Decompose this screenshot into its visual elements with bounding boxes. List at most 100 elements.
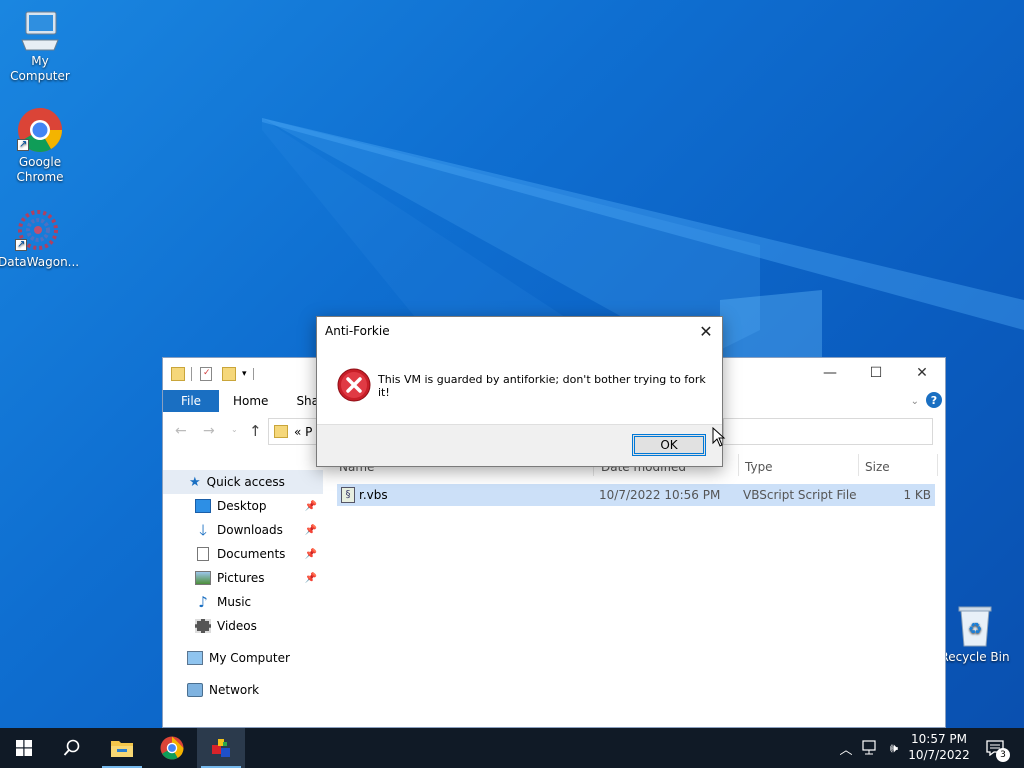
- nav-label: Downloads: [217, 523, 283, 537]
- script-host-icon: [212, 739, 230, 757]
- desktop-icon-datawagon[interactable]: DataWagon...: [0, 207, 80, 270]
- file-name: r.vbs: [359, 488, 388, 502]
- column-header-type[interactable]: Type: [745, 460, 773, 474]
- minimize-button[interactable]: —: [807, 358, 853, 388]
- music-note-icon: ♪: [198, 593, 208, 611]
- nav-item-documents[interactable]: Documents 📌: [163, 542, 323, 566]
- pictures-icon: [195, 571, 211, 585]
- documents-icon: [197, 547, 209, 561]
- nav-label: Documents: [217, 547, 286, 561]
- nav-label: Videos: [217, 619, 257, 633]
- help-icon[interactable]: ?: [926, 392, 942, 408]
- close-button[interactable]: ✕: [899, 358, 945, 388]
- search-button[interactable]: [48, 728, 96, 768]
- desktop-icon-label: My Computer: [10, 54, 70, 83]
- folder-icon: [171, 367, 185, 381]
- desktop-icon-recycle-bin[interactable]: ♻ Recycle Bin: [935, 604, 1015, 665]
- taskbar: ︿ 🕪 10:57 PM 10/7/2022 3: [0, 728, 1024, 768]
- nav-item-quick-access[interactable]: ★ Quick access: [163, 470, 323, 494]
- search-box[interactable]: [723, 418, 933, 445]
- chevron-up-icon: ︿: [839, 742, 853, 758]
- tab-file[interactable]: File: [163, 390, 219, 412]
- dialog-title: Anti-Forkie: [325, 324, 390, 338]
- pin-icon: 📌: [304, 572, 317, 584]
- show-hidden-icons-button[interactable]: ︿: [836, 728, 856, 768]
- recent-locations-icon[interactable]: ⌄: [231, 425, 238, 434]
- nav-item-pictures[interactable]: Pictures 📌: [163, 566, 323, 590]
- nav-label: Quick access: [206, 475, 285, 489]
- action-center-button[interactable]: 3: [980, 728, 1010, 768]
- search-icon: [63, 739, 80, 756]
- nav-label: Pictures: [217, 571, 265, 585]
- dialog-close-button[interactable]: ✕: [690, 317, 722, 345]
- nav-label: My Computer: [209, 651, 290, 665]
- nav-item-my-computer[interactable]: My Computer: [163, 646, 323, 670]
- star-icon: ★: [189, 474, 201, 490]
- taskbar-file-explorer[interactable]: [98, 728, 146, 768]
- column-divider: [858, 454, 859, 476]
- pin-icon: 📌: [304, 548, 317, 560]
- desktop-icon-label: Recycle Bin: [940, 650, 1010, 664]
- recycle-bin-icon: ♻: [958, 606, 992, 647]
- desktop-icon-google-chrome[interactable]: Google Chrome: [0, 107, 80, 185]
- address-path: « P: [294, 424, 313, 439]
- chrome-icon: [160, 736, 184, 760]
- vbscript-file-icon: §: [341, 487, 355, 503]
- address-bar[interactable]: « P: [268, 418, 316, 445]
- anti-forkie-dialog[interactable]: Anti-Forkie ✕ This VM is guarded by anti…: [316, 316, 723, 467]
- nav-item-videos[interactable]: Videos: [163, 614, 323, 638]
- divider: [191, 367, 192, 381]
- start-button[interactable]: [0, 728, 48, 768]
- nav-label: Music: [217, 595, 252, 609]
- nav-label: Desktop: [217, 499, 267, 513]
- notification-count-badge: 3: [996, 748, 1010, 762]
- nav-item-network[interactable]: Network: [163, 678, 323, 702]
- taskbar-google-chrome[interactable]: [148, 728, 196, 768]
- file-list: Name Date modified Type Size § r.vbs 10/…: [333, 454, 938, 727]
- ok-button[interactable]: OK: [632, 434, 706, 456]
- file-size: 1 KB: [903, 488, 931, 502]
- network-icon: [187, 683, 203, 697]
- shortcut-arrow-icon: [17, 137, 29, 152]
- error-icon: [337, 368, 371, 402]
- dialog-message: This VM is guarded by antiforkie; don't …: [378, 373, 706, 399]
- network-icon: [862, 740, 876, 755]
- column-divider: [937, 454, 938, 476]
- customize-toolbar-icon[interactable]: ▾: [242, 369, 247, 379]
- taskbar-script-host[interactable]: [197, 728, 245, 768]
- nav-item-music[interactable]: ♪ Music: [163, 590, 323, 614]
- back-icon[interactable]: ←: [175, 423, 187, 439]
- forward-icon[interactable]: →: [203, 423, 215, 439]
- column-divider: [738, 454, 739, 476]
- up-icon[interactable]: ↑: [249, 422, 262, 440]
- mouse-cursor-icon: [712, 427, 726, 447]
- download-arrow-icon: 🡓: [199, 521, 207, 539]
- desktop-icon-my-computer[interactable]: My Computer: [0, 10, 80, 84]
- folder-icon: [274, 425, 288, 438]
- network-tray-icon[interactable]: [860, 728, 882, 768]
- file-date: 10/7/2022 10:56 PM: [599, 488, 721, 502]
- divider: [252, 368, 254, 380]
- maximize-button[interactable]: ☐: [853, 358, 899, 388]
- desktop-icon-label: DataWagon...: [0, 255, 80, 269]
- clock-time: 10:57 PM: [911, 732, 967, 746]
- taskbar-clock[interactable]: 10:57 PM 10/7/2022: [900, 731, 978, 763]
- clock-date: 10/7/2022: [908, 748, 970, 762]
- nav-item-desktop[interactable]: Desktop 📌: [163, 494, 323, 518]
- desktop-folder-icon: [195, 499, 211, 513]
- expand-ribbon-icon[interactable]: ⌄: [911, 396, 919, 407]
- desktop-icon-label: Google Chrome: [16, 155, 64, 184]
- new-folder-icon[interactable]: [222, 367, 236, 381]
- pin-icon: 📌: [304, 500, 317, 512]
- file-row[interactable]: § r.vbs 10/7/2022 10:56 PM VBScript Scri…: [337, 484, 935, 506]
- nav-item-downloads[interactable]: 🡓 Downloads 📌: [163, 518, 323, 542]
- tab-home[interactable]: Home: [219, 394, 282, 408]
- properties-icon[interactable]: ✓: [200, 367, 212, 381]
- navigation-pane: ★ Quick access Desktop 📌 🡓 Downloads 📌 D…: [163, 468, 323, 727]
- file-type: VBScript Script File: [743, 488, 857, 502]
- file-explorer-icon: [111, 741, 133, 757]
- speaker-icon: 🕪: [889, 740, 899, 756]
- column-header-size[interactable]: Size: [865, 460, 890, 474]
- nav-label: Network: [209, 683, 260, 697]
- svg-text:♻: ♻: [968, 619, 982, 638]
